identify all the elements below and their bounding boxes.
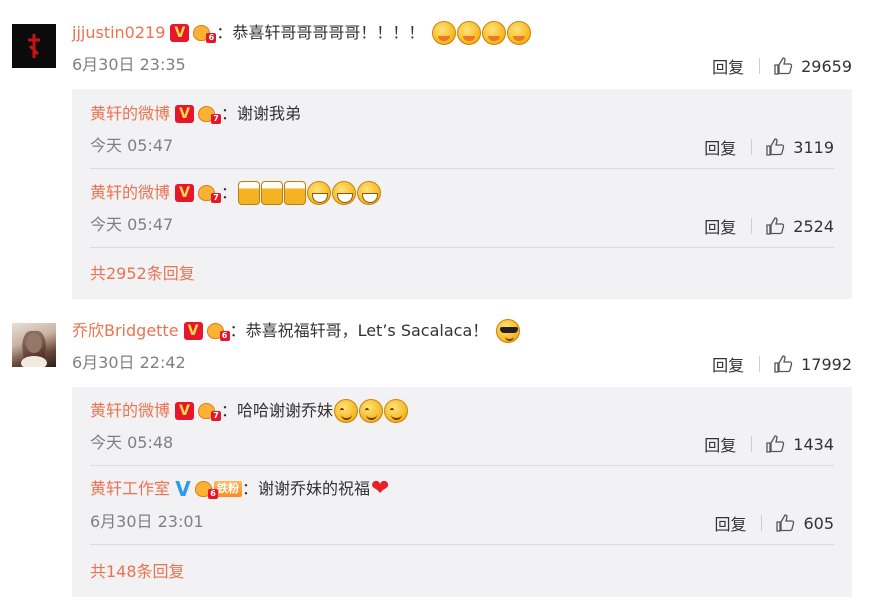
- reply-button[interactable]: 回复: [704, 135, 736, 159]
- beer-emoji-icon: [261, 181, 284, 205]
- divider: [751, 218, 753, 234]
- divider: [761, 515, 763, 531]
- reply-header: 黄轩的微博 V 7 ： 哈哈谢谢乔妹: [90, 399, 409, 423]
- divider: [90, 465, 834, 466]
- divider: [759, 58, 761, 74]
- reply-header: 黄轩的微博 V 7 ： 谢谢我弟: [90, 103, 301, 125]
- level-badge-icon[interactable]: 7: [197, 183, 222, 203]
- reply-button[interactable]: 回复: [714, 511, 746, 535]
- colon: ：: [216, 23, 233, 42]
- comment-text: 恭喜祝福轩哥，Let’s Sacalaca！: [245, 321, 489, 340]
- shy-emoji-icon: [432, 21, 457, 45]
- reply-text: 谢谢乔妹的祝福: [258, 479, 371, 498]
- reply-time: 今天 05:47: [90, 215, 174, 234]
- reply-actions: 回复 1434: [704, 432, 834, 456]
- reply-button[interactable]: 回复: [712, 352, 744, 376]
- level-badge-icon[interactable]: 6: [192, 23, 217, 43]
- username-link[interactable]: 黄轩的微博: [90, 400, 170, 422]
- comment-actions: 回复 29659: [712, 54, 852, 78]
- avatar[interactable]: [12, 323, 56, 367]
- username-link[interactable]: 黄轩的微博: [90, 182, 170, 204]
- reply-actions: 回复 2524: [704, 214, 834, 238]
- level-badge-icon[interactable]: 7: [197, 104, 222, 124]
- comment-time: 6月30日 22:42: [72, 353, 186, 372]
- divider: [90, 544, 834, 545]
- divider: [759, 356, 761, 372]
- more-replies-link[interactable]: 共2952条回复: [90, 263, 195, 285]
- heart-emoji-icon: ❤: [371, 476, 390, 501]
- like-count: 3119: [793, 137, 834, 157]
- level-badge-icon[interactable]: 6: [206, 321, 230, 341]
- like-count: 17992: [801, 354, 852, 374]
- reply-list: 黄轩的微博 V 7 ： 哈哈谢谢乔妹 今天 05:48 回复 1434 黄轩工作…: [72, 387, 852, 597]
- avatar[interactable]: [12, 24, 56, 68]
- divider: [751, 436, 753, 452]
- verified-badge-icon[interactable]: V: [175, 479, 191, 499]
- colon: ：: [221, 401, 238, 420]
- verified-badge-icon[interactable]: V: [183, 322, 203, 340]
- reply-actions: 回复 605: [714, 511, 834, 535]
- grin-emoji-icon: [332, 181, 357, 205]
- reply-list: 黄轩的微博 V 7 ： 谢谢我弟 今天 05:47 回复 3119 黄轩的微博 …: [72, 89, 852, 299]
- reply-time: 今天 05:47: [90, 136, 174, 155]
- verified-badge-icon[interactable]: V: [175, 402, 195, 420]
- like-count: 2524: [793, 216, 834, 236]
- like-thumb-icon[interactable]: [773, 56, 793, 76]
- divider: [751, 139, 753, 155]
- more-replies-link[interactable]: 共148条回复: [90, 561, 185, 583]
- like-thumb-icon[interactable]: [765, 216, 785, 236]
- verified-badge-icon[interactable]: V: [175, 105, 195, 123]
- grin-emoji-icon: [307, 181, 332, 205]
- username-link[interactable]: 黄轩工作室: [90, 478, 170, 500]
- reply-time: 6月30日 23:01: [90, 512, 204, 531]
- verified-badge-icon[interactable]: V: [170, 24, 190, 42]
- level-badge-icon[interactable]: 6: [194, 479, 219, 499]
- reply-header: 黄轩工作室 V 6 铁粉 ： 谢谢乔妹的祝福 ❤: [90, 478, 389, 500]
- avatar-portrait-icon: [21, 330, 47, 367]
- comment-text: 恭喜轩哥哥哥哥哥！！！！: [232, 23, 425, 42]
- divider: [90, 168, 834, 169]
- cool-emoji-icon: [496, 319, 521, 343]
- smile-emoji-icon: [359, 399, 384, 423]
- like-thumb-icon[interactable]: [765, 434, 785, 454]
- colon: ：: [221, 104, 238, 123]
- level-badge-icon[interactable]: 7: [197, 401, 222, 421]
- reply-button[interactable]: 回复: [704, 214, 736, 238]
- comment-header: jjjustin0219 V 6 ： 恭喜轩哥哥哥哥哥！！！！: [72, 21, 532, 45]
- smile-emoji-icon: [384, 399, 409, 423]
- username-link[interactable]: 黄轩的微博: [90, 103, 170, 125]
- verified-badge-icon[interactable]: V: [175, 184, 195, 202]
- comment-time: 6月30日 23:35: [72, 55, 186, 74]
- fan-badge[interactable]: 铁粉: [214, 481, 243, 497]
- colon: ：: [242, 479, 259, 498]
- like-thumb-icon[interactable]: [775, 513, 795, 533]
- like-count: 1434: [793, 434, 834, 454]
- beer-emoji-icon: [238, 181, 261, 205]
- reply-time: 今天 05:48: [90, 433, 174, 452]
- username-link[interactable]: jjjustin0219: [72, 22, 165, 44]
- colon: ：: [229, 321, 246, 340]
- like-count: 605: [803, 513, 834, 533]
- reply-header: 黄轩的微博 V 7 ：: [90, 181, 382, 205]
- shy-emoji-icon: [482, 21, 507, 45]
- reply-button[interactable]: 回复: [704, 432, 736, 456]
- like-thumb-icon[interactable]: [773, 354, 793, 374]
- reply-text: 谢谢我弟: [237, 104, 302, 123]
- divider: [90, 247, 834, 248]
- avatar-logo-icon: [28, 34, 40, 58]
- shy-emoji-icon: [457, 21, 482, 45]
- username-link[interactable]: 乔欣Bridgette: [72, 320, 179, 342]
- comment-actions: 回复 17992: [712, 352, 852, 376]
- reply-button[interactable]: 回复: [712, 54, 744, 78]
- beer-emoji-icon: [284, 181, 307, 205]
- smile-emoji-icon: [334, 399, 359, 423]
- reply-text: 哈哈谢谢乔妹: [237, 401, 334, 420]
- comment-header: 乔欣Bridgette V 6 ： 恭喜祝福轩哥，Let’s Sacalaca！: [72, 319, 521, 343]
- shy-emoji-icon: [507, 21, 532, 45]
- like-count: 29659: [801, 56, 852, 76]
- grin-emoji-icon: [357, 181, 382, 205]
- colon: ：: [221, 183, 238, 202]
- like-thumb-icon[interactable]: [765, 137, 785, 157]
- reply-actions: 回复 3119: [704, 135, 834, 159]
